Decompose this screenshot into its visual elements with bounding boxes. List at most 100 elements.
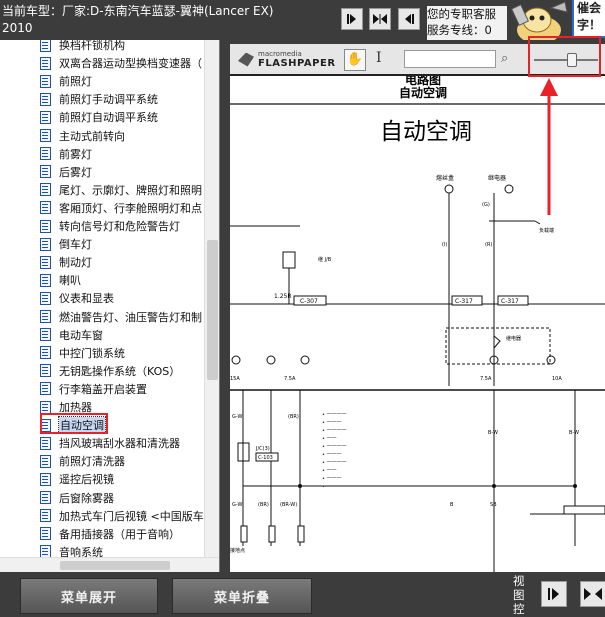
tree-item-label: 加热式车门后视镜 <中国版车 (59, 509, 204, 523)
wire-brw-label: (BR-W) (280, 502, 297, 508)
document-icon (40, 491, 51, 504)
document-icon (40, 527, 51, 541)
document-icon (40, 129, 51, 142)
tree-item[interactable]: 前照灯自动调平系统 (40, 108, 158, 126)
svg-text:B-W: B-W (569, 430, 579, 436)
tree-item[interactable]: 换档杆锁机构 (40, 40, 125, 54)
tree-scroll-thumb[interactable] (207, 240, 218, 380)
tree-item[interactable]: 客厢顶灯、行李舱照明灯和点 (40, 199, 202, 217)
tree-item[interactable]: 行李箱盖开启装置 (40, 380, 147, 398)
svg-text:继 J/B: 继 J/B (318, 256, 332, 263)
document-icon (40, 40, 51, 52)
tree-item-label: 主动式前转向 (59, 129, 125, 143)
tree-item[interactable]: 仪表和显表 (40, 289, 114, 307)
tree-item-label: 前照灯手动调平系统 (59, 93, 158, 107)
tree-item[interactable]: 前照灯 (40, 72, 92, 90)
document-icon (40, 56, 51, 70)
view-next-button[interactable] (541, 581, 567, 607)
document-icon (40, 147, 51, 161)
svg-text:(BR): (BR) (258, 502, 269, 508)
mascot-illustration (507, 0, 571, 40)
next-page-button[interactable] (341, 8, 363, 30)
tree-item[interactable]: 双离合器运动型换档变速器（ (40, 54, 202, 72)
tree-item[interactable]: 前照灯清洗器 (40, 452, 125, 470)
tree-item[interactable]: 喇叭 (40, 271, 81, 289)
tree-item[interactable]: 主动式前转向 (40, 127, 125, 145)
svg-text:(R): (R) (485, 242, 492, 248)
tree-item[interactable]: 制动灯 (40, 253, 92, 271)
wire-br-label: (BR) (288, 414, 299, 420)
bubble-line1: 催会 (577, 1, 602, 15)
svg-text:7.5A: 7.5A (480, 376, 492, 382)
tree-item-label: 前照灯 (59, 75, 92, 89)
tree-vertical-scrollbar[interactable] (204, 40, 219, 572)
tree-item[interactable]: 电动车窗 (40, 326, 103, 344)
tree-item[interactable]: 遥控后视镜 (40, 470, 114, 488)
logo-bottom-text: FLASHPAPER (258, 58, 336, 69)
svg-text:• 一一: • 一一 (322, 468, 337, 474)
find-button[interactable]: ⌕ (501, 51, 508, 66)
arrow-right-icon (347, 14, 356, 24)
tree-item[interactable]: 尾灯、示廓灯、牌照灯和照明 (40, 181, 202, 199)
svg-text:G-W: G-W (232, 502, 242, 508)
tree-item[interactable]: 转向信号灯和危险警告灯 (40, 217, 180, 235)
conn-c317-label: C-317 (455, 298, 473, 305)
bubble-line2: 字！ (577, 18, 602, 32)
tree-item-label: 前雾灯 (59, 147, 92, 161)
page-title-text: 自动空调 (380, 119, 472, 145)
page-subheader-text: 自动空调 (399, 85, 447, 100)
tree-item-label: 挡风玻璃刮水器和清洗器 (59, 437, 180, 451)
document-icon (40, 436, 51, 450)
text-cursor-icon: I (376, 50, 382, 66)
menu-tree-panel: 换档杆锁机构双离合器运动型换档变速器（ 前照灯前照灯手动调平系统 前照灯自动调平系统… (0, 40, 220, 572)
collapse-menu-button[interactable]: 菜单折叠 (172, 578, 312, 614)
vehicle-title-line1: 当前车型：厂家:D-东南汽车蓝瑟-翼神(Lancer EX) (2, 4, 274, 18)
document-icon (40, 346, 51, 360)
tree-item[interactable]: 前雾灯 (40, 145, 92, 163)
svg-text:• 一一一: • 一一一 (322, 420, 342, 426)
tree-item-label: 换档杆锁机构 (59, 40, 125, 52)
svg-text:• 一一一一: • 一一一一 (322, 484, 347, 490)
tree-item[interactable]: 前照灯手动调平系统 (40, 90, 158, 108)
svg-text:J/C(3): J/C(3) (255, 446, 270, 452)
collapse-both-button[interactable] (369, 8, 391, 30)
wire-bw-label: B-W (488, 430, 498, 436)
document-icon (40, 92, 51, 106)
tree-horizontal-scrollbar[interactable] (0, 557, 219, 572)
document-icon (40, 255, 51, 269)
tree-item[interactable]: 后窗除雾器 (40, 489, 114, 507)
logo-top-text: macromedia (258, 50, 302, 58)
tree-item[interactable]: 后雾灯 (40, 163, 92, 181)
tree-item[interactable]: 加热式车门后视镜 <中国版车 (40, 507, 204, 525)
tree-item-label: 电动车窗 (59, 328, 103, 342)
tree-item-label: 客厢顶灯、行李舱照明灯和点 (59, 201, 202, 215)
tree-hscroll-thumb[interactable] (60, 561, 170, 570)
tree-item-label: 倒车灯 (59, 238, 92, 252)
find-input[interactable] (404, 50, 496, 68)
tree-item[interactable]: 燃油警告灯、油压警告灯和制 (40, 308, 202, 326)
arrows-inward-icon (373, 14, 387, 24)
tree-item[interactable]: 无钥匙操作系统（KOS） (40, 362, 180, 380)
tree-item[interactable]: 中控门锁系统 (40, 344, 125, 362)
selection-highlight-box (40, 413, 108, 434)
document-icon (40, 364, 51, 378)
svg-text:• 一一一: • 一一一 (322, 452, 342, 458)
hand-tool-button[interactable]: ✋ (344, 49, 366, 71)
service-line2: 服务专线：0 (427, 23, 492, 37)
tree-item[interactable]: 挡风玻璃刮水器和清洗器 (40, 434, 180, 452)
bottom-bar: 菜单展开 菜单折叠 视图控 (0, 572, 605, 617)
text-select-button[interactable]: I (376, 50, 382, 66)
header-bar: 当前车型：厂家:D-东南汽车蓝瑟-翼神(Lancer EX) 2010 您的专职… (0, 0, 605, 40)
document-icon (40, 201, 51, 215)
view-fit-button[interactable] (580, 581, 605, 607)
expand-menu-button[interactable]: 菜单展开 (20, 578, 158, 614)
wire-gw-label: G-W (232, 414, 242, 420)
wire-b-label: B (450, 502, 454, 508)
tree-item[interactable]: 倒车灯 (40, 235, 92, 253)
tree-item[interactable]: 备用插接器（用于音响） (40, 525, 180, 543)
document-icon (40, 400, 51, 414)
relay-label: 继电器 (488, 174, 506, 182)
prev-page-button[interactable] (398, 8, 420, 30)
svg-text:• 一一一: • 一一一 (322, 476, 342, 482)
service-info: 您的专职客服 服务专线：0 (427, 6, 507, 40)
